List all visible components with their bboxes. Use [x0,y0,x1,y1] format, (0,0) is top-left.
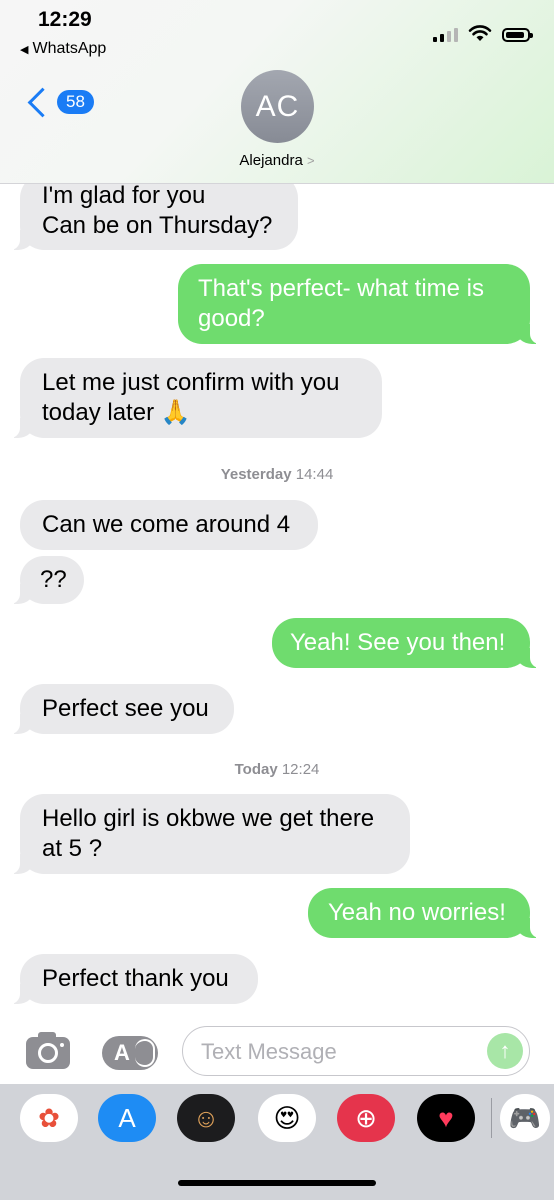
app-glyph: ☺ [192,1102,220,1133]
message-text: Yeah! See you then! [290,629,506,656]
camera-icon[interactable] [26,1032,70,1069]
memoji-stickers-icon[interactable]: 😍 [258,1094,316,1142]
text-message-input[interactable] [199,1037,473,1067]
message-bubble-outgoing[interactable]: That's perfect- what time is good? [178,264,540,344]
contact-avatar[interactable]: AC [241,70,314,143]
home-indicator[interactable] [178,1180,376,1186]
message-bubble-incoming[interactable]: Let me just confirm with you today later… [10,358,382,438]
app-glyph: A [118,1102,136,1133]
message-text: That's perfect- what time is good? [198,275,485,332]
message-text: Hello girl is okbwe we get there at 5 ? [42,805,375,862]
memoji-icon[interactable]: ☺ [177,1094,235,1142]
search-images-icon[interactable]: ⊕ [337,1094,395,1142]
message-bubble-outgoing[interactable]: Yeah no worries! [308,888,540,938]
back-app-label: WhatsApp [32,40,107,57]
timestamp-time: 14:44 [295,466,334,483]
message-text: Yeah no worries! [328,899,506,926]
battery-icon [502,28,533,42]
game-pigeon-icon[interactable]: 🎮 [500,1094,550,1142]
message-text: ?? [40,566,67,593]
timestamp-day: Yesterday [220,466,292,483]
status-time: 12:29 [38,8,92,31]
app-glyph: ✿ [38,1102,60,1133]
status-icons [433,24,533,42]
message-bubble-incoming[interactable]: Perfect see you [10,684,234,734]
contact-name-button[interactable]: Alejandra > [0,152,554,169]
message-bubble-incoming[interactable]: Can we come around 4 [20,500,318,550]
imessage-app-drawer: ✿ A ☺ 😍 ⊕ ♥ 🎮 [0,1084,554,1200]
drawer-divider [491,1098,492,1138]
message-bubble-incoming[interactable]: Perfect thank you [10,954,258,1004]
message-thread[interactable]: I'm glad for you Can be on Thursday? Tha… [0,184,554,1016]
message-text: Perfect thank you [42,965,229,992]
timestamp-divider: Yesterday 14:44 [0,466,554,483]
app-glyph: ⊕ [355,1102,377,1133]
timestamp-time: 12:24 [281,761,320,778]
message-text: Perfect see you [42,695,209,722]
photos-app-icon[interactable]: ✿ [20,1094,78,1142]
app-glyph: 🎮 [508,1102,542,1133]
message-bubble-incoming[interactable]: ?? [10,556,84,604]
message-bubble-incoming[interactable]: Hello girl is okbwe we get there at 5 ? [10,794,410,874]
unread-count-badge: 58 [57,90,94,114]
text-message-field[interactable]: ↑ [182,1026,530,1076]
app-glyph: 😍 [273,1102,301,1133]
back-to-app-link[interactable]: ◀ WhatsApp [20,40,106,58]
chevron-right-icon: > [306,153,315,168]
wifi-icon [468,25,492,41]
app-store-icon[interactable]: A [98,1094,156,1142]
message-text: I'm glad for you Can be on Thursday? [42,184,273,239]
digital-touch-icon[interactable]: ♥ [417,1094,475,1142]
message-text: Can we come around 4 [42,511,291,538]
back-button[interactable]: 58 [24,87,94,117]
message-text: Let me just confirm with you today later… [42,369,340,426]
message-bubble-outgoing[interactable]: Yeah! See you then! [272,618,540,668]
back-triangle-icon: ◀ [20,43,29,56]
timestamp-divider: Today 12:24 [0,761,554,778]
app-glyph: ♥ [438,1102,454,1133]
cellular-signal-icon [433,28,458,42]
contact-name: Alejandra [239,152,303,169]
message-composer: A ↑ [0,1016,554,1084]
message-bubble-incoming[interactable]: I'm glad for you Can be on Thursday? [10,184,298,250]
conversation-header: 12:29 ◀ WhatsApp 58 AC Alejandra > [0,0,554,184]
timestamp-day: Today [234,761,278,778]
send-arrow-icon[interactable]: ↑ [487,1033,523,1069]
back-chevron-icon [27,87,58,117]
app-store-toggle-icon[interactable]: A [102,1036,158,1070]
